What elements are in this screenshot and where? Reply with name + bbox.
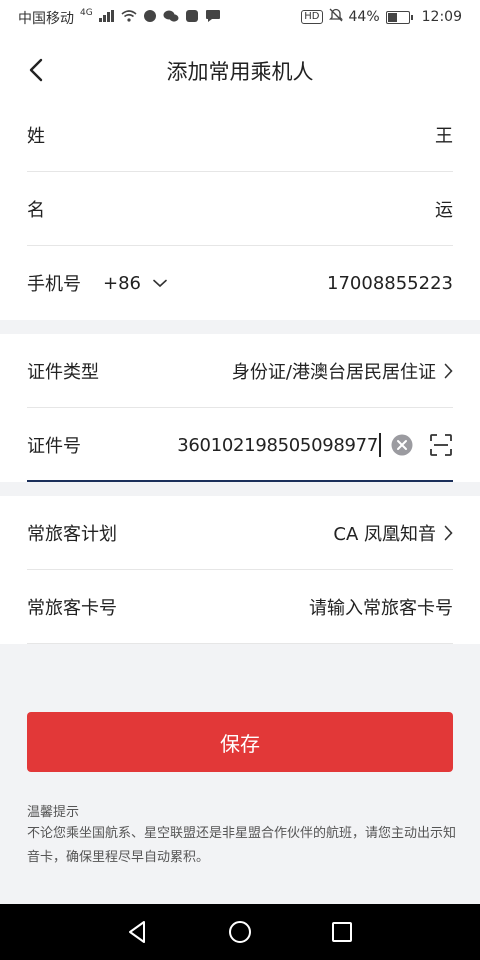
id-number-input[interactable]: 360102198505098977 (177, 435, 378, 456)
tips-body: 不论您乘坐国航系、星空联盟还是非星盟合作伙伴的航班，请您主动出示知音卡，确保里程… (27, 826, 457, 865)
ff-program-label: 常旅客计划 (27, 524, 117, 545)
chevron-right-icon (444, 363, 453, 379)
given-name-value[interactable]: 运 (435, 196, 453, 222)
given-name-row[interactable]: 名 运 (27, 172, 453, 246)
nav-back-button[interactable] (124, 918, 152, 946)
chevron-right-icon (444, 525, 453, 541)
app-header: 添加常用乘机人 (0, 34, 480, 108)
id-type-row[interactable]: 证件类型 身份证/港澳台居民居住证 (27, 334, 453, 408)
wechat-icon (163, 9, 179, 27)
page-title: 添加常用乘机人 (166, 60, 314, 84)
ff-card-input[interactable]: 请输入常旅客卡号 (309, 594, 453, 620)
given-name-label: 名 (27, 200, 45, 221)
chevron-down-icon (153, 279, 167, 287)
phone-value[interactable]: 17008855223 (327, 273, 453, 294)
message-icon (205, 9, 221, 27)
system-nav-bar (0, 904, 480, 960)
battery-icon (385, 10, 413, 24)
status-left: 中国移动 4G (18, 8, 221, 28)
divider (27, 643, 453, 644)
tips-title: 温馨提示 (27, 805, 80, 820)
carrier-name: 中国移动 (18, 11, 74, 27)
save-button[interactable]: 保存 (27, 712, 453, 772)
ff-program-row[interactable]: 常旅客计划 CA 凤凰知音 (27, 496, 453, 570)
clock: 12:09 (421, 9, 462, 25)
nav-home-button[interactable] (226, 918, 254, 946)
ff-program-value: CA 凤凰知音 (333, 524, 436, 545)
phone-label: 手机号 (27, 274, 81, 295)
id-type-label: 证件类型 (27, 362, 99, 383)
ff-card-label: 常旅客卡号 (27, 598, 117, 619)
nav-recents-button[interactable] (328, 918, 356, 946)
app-notification-icon (143, 9, 157, 27)
status-bar: 中国移动 4G HD 44% 12:09 (0, 0, 480, 34)
scan-icon (430, 434, 452, 456)
signal-icon (98, 10, 115, 26)
mute-bell-icon (328, 8, 343, 26)
network-type: 4G (80, 8, 93, 18)
country-code: +86 (103, 272, 141, 294)
id-type-value: 身份证/港澳台居民居住证 (231, 362, 436, 383)
clear-icon (391, 434, 413, 456)
wifi-icon (121, 10, 137, 26)
surname-label: 姓 (27, 126, 45, 147)
hd-badge: HD (301, 10, 323, 24)
frequent-flyer-section: 常旅客计划 CA 凤凰知音 常旅客卡号 请输入常旅客卡号 (0, 496, 480, 644)
ff-card-row[interactable]: 常旅客卡号 请输入常旅客卡号 (27, 570, 453, 644)
id-number-label: 证件号 (27, 436, 81, 457)
surname-value[interactable]: 王 (435, 122, 453, 148)
id-info-section: 证件类型 身份证/港澳台居民居住证 证件号 360102198505098977 (0, 334, 480, 482)
text-cursor (379, 433, 381, 457)
ff-program-value-wrap[interactable]: CA 凤凰知音 (333, 520, 453, 546)
id-number-field[interactable]: 360102198505098977 (177, 433, 453, 457)
scan-button[interactable] (429, 433, 453, 457)
personal-info-section: 姓 王 名 运 手机号 +86 17008855223 (0, 98, 480, 320)
id-number-focus-underline (27, 480, 453, 482)
status-right: HD 44% 12:09 (301, 8, 462, 26)
circle-home-icon (229, 921, 251, 943)
square-recents-icon (332, 922, 352, 942)
shield-app-icon (185, 9, 199, 27)
battery-percent: 44% (348, 9, 380, 25)
phone-row[interactable]: 手机号 +86 17008855223 (27, 246, 453, 320)
country-code-selector[interactable]: +86 (103, 273, 167, 294)
clear-input-button[interactable] (391, 434, 413, 456)
surname-row[interactable]: 姓 王 (27, 98, 453, 172)
id-number-row[interactable]: 证件号 360102198505098977 (27, 408, 453, 482)
triangle-back-icon (129, 921, 145, 943)
id-type-value-wrap[interactable]: 身份证/港澳台居民居住证 (232, 358, 453, 384)
